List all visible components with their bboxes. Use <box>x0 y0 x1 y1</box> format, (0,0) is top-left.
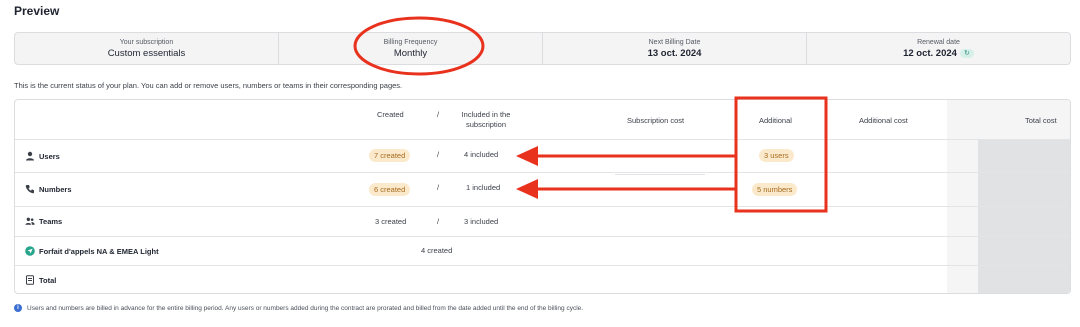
summary-value: 12 oct. 2024 <box>903 47 957 59</box>
row-divider <box>15 139 1070 140</box>
receipt-icon <box>26 275 34 285</box>
summary-label: Next Billing Date <box>648 38 701 46</box>
subscription-cost-divider <box>615 236 705 237</box>
summary-value: Custom essentials <box>107 47 186 59</box>
teams-included: 3 included <box>464 217 499 226</box>
header-included: Included in the subscription <box>461 110 511 129</box>
summary-next-billing-date: Next Billing Date 13 oct. 2024 <box>543 33 807 64</box>
billing-note-text: Users and numbers are billed in advance … <box>27 304 584 312</box>
total-cost-placeholder <box>978 139 1070 293</box>
numbers-included: 1 included <box>466 183 501 192</box>
row-label-text: Teams <box>39 216 63 226</box>
users-created-pill: 7 created <box>369 149 411 162</box>
additional-divider <box>705 236 845 237</box>
summary-label: Billing Frequency <box>383 38 438 46</box>
row-divider <box>15 265 1070 266</box>
header-additional-cost: Additional cost <box>859 116 908 125</box>
additional-cost-divider <box>845 206 945 207</box>
header-created: Created <box>377 110 404 119</box>
row-label-teams: Teams <box>25 216 62 226</box>
summary-value: Monthly <box>393 47 428 59</box>
header-additional: Additional <box>759 116 792 125</box>
call-plan-created: 4 created <box>421 246 453 255</box>
summary-value: 13 oct. 2024 <box>647 47 702 59</box>
summary-subscription: Your subscription Custom essentials <box>15 33 279 64</box>
header-separator: / <box>437 110 440 119</box>
team-icon <box>25 217 35 225</box>
teams-created: 3 created <box>375 217 407 226</box>
users-included: 4 included <box>464 150 499 159</box>
row-divider <box>15 172 1070 173</box>
phone-icon <box>25 185 34 194</box>
numbers-created-pill: 6 created <box>369 183 411 196</box>
numbers-additional-pill: 5 numbers <box>752 183 798 196</box>
plan-status-text: This is the current status of your plan.… <box>14 81 403 90</box>
row-divider <box>15 236 1070 237</box>
row-label-text: Total <box>39 275 57 285</box>
row-label-call-plan: Forfait d'appels NA & EMEA Light <box>25 246 159 256</box>
row-separator: / <box>437 217 440 226</box>
summary-label: Renewal date <box>917 38 960 46</box>
subscription-summary: Your subscription Custom essentials Bill… <box>14 32 1071 65</box>
row-label-numbers: Numbers <box>25 184 72 194</box>
row-separator: / <box>437 150 440 159</box>
info-icon: i <box>14 304 22 312</box>
subscription-cost-divider <box>615 174 705 175</box>
row-separator: / <box>437 183 440 192</box>
page-title: Preview <box>14 4 60 18</box>
summary-renewal-date: Renewal date 12 oct. 2024 ↻ <box>807 33 1070 64</box>
row-label-text: Numbers <box>39 184 72 194</box>
refresh-icon[interactable]: ↻ <box>959 48 974 58</box>
billing-note: i Users and numbers are billed in advanc… <box>14 304 583 312</box>
row-label-text: Users <box>39 151 60 161</box>
row-label-total: Total <box>25 275 56 285</box>
users-additional-pill: 3 users <box>759 149 794 162</box>
summary-billing-frequency: Billing Frequency Monthly <box>279 33 543 64</box>
header-total-cost: Total cost <box>1025 116 1057 125</box>
row-label-users: Users <box>25 151 60 161</box>
summary-label: Your subscription <box>119 38 174 46</box>
row-label-text: Forfait d'appels NA & EMEA Light <box>39 246 159 256</box>
call-plan-icon <box>25 246 35 256</box>
plan-table: Created / Included in the subscription S… <box>14 99 1071 294</box>
header-subscription-cost: Subscription cost <box>627 116 685 125</box>
user-icon <box>26 151 34 161</box>
